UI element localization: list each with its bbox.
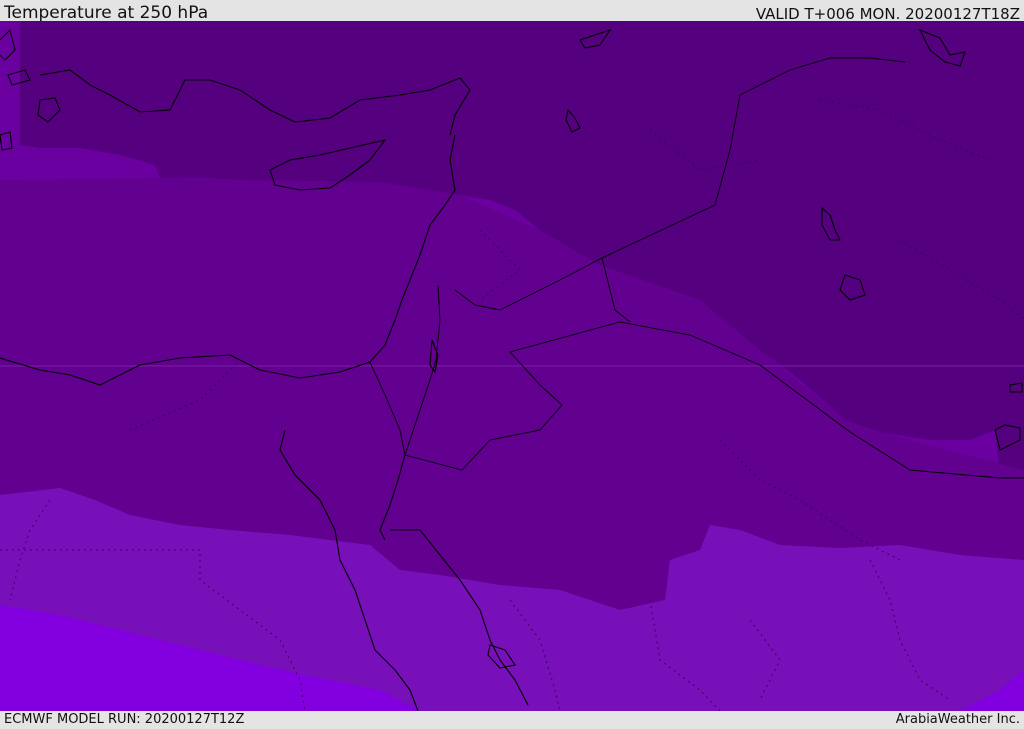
header-bar: Temperature at 250 hPa VALID T+006 MON. … xyxy=(0,0,1024,23)
footer-bar: ECMWF MODEL RUN: 20200127T12Z ArabiaWeat… xyxy=(0,711,1024,729)
model-run-label: ECMWF MODEL RUN: 20200127T12Z xyxy=(4,712,245,727)
credit-label: ArabiaWeather Inc. xyxy=(895,712,1020,727)
map-title: Temperature at 250 hPa xyxy=(4,3,209,23)
map-canvas xyxy=(0,21,1024,711)
weather-map xyxy=(0,21,1024,711)
